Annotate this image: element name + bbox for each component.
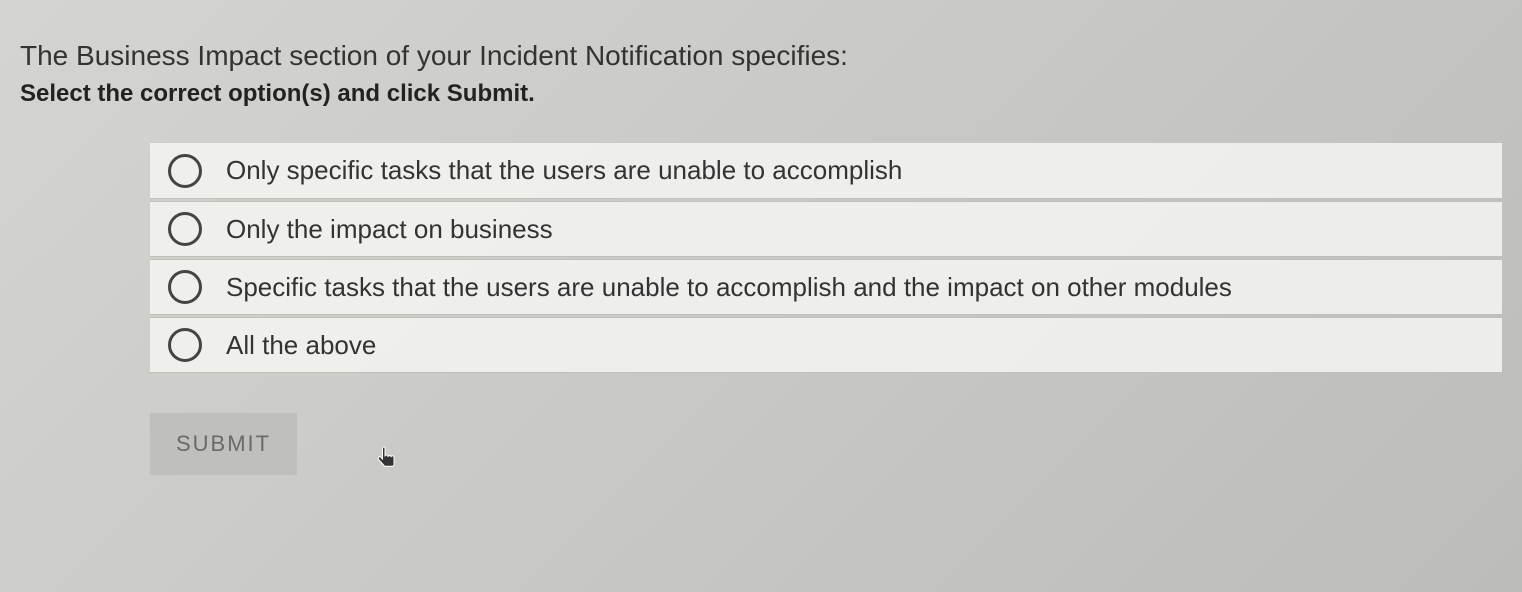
option-row[interactable]: All the above [150, 317, 1502, 373]
radio-icon[interactable] [168, 154, 202, 188]
option-label: Only specific tasks that the users are u… [226, 155, 902, 186]
option-label: Only the impact on business [226, 214, 553, 245]
radio-icon[interactable] [168, 270, 202, 304]
option-row[interactable]: Specific tasks that the users are unable… [150, 259, 1502, 315]
question-block: The Business Impact section of your Inci… [20, 40, 1502, 108]
radio-icon[interactable] [168, 212, 202, 246]
radio-icon[interactable] [168, 328, 202, 362]
option-row[interactable]: Only the impact on business [150, 201, 1502, 257]
options-list: Only specific tasks that the users are u… [150, 143, 1502, 373]
question-instruction: Select the correct option(s) and click S… [20, 80, 1502, 108]
option-label: Specific tasks that the users are unable… [226, 272, 1232, 303]
question-prompt: The Business Impact section of your Inci… [20, 40, 1502, 72]
option-label: All the above [226, 330, 376, 361]
option-row[interactable]: Only specific tasks that the users are u… [150, 143, 1502, 199]
submit-button[interactable]: SUBMIT [150, 413, 297, 475]
submit-area: SUBMIT [150, 413, 1502, 475]
